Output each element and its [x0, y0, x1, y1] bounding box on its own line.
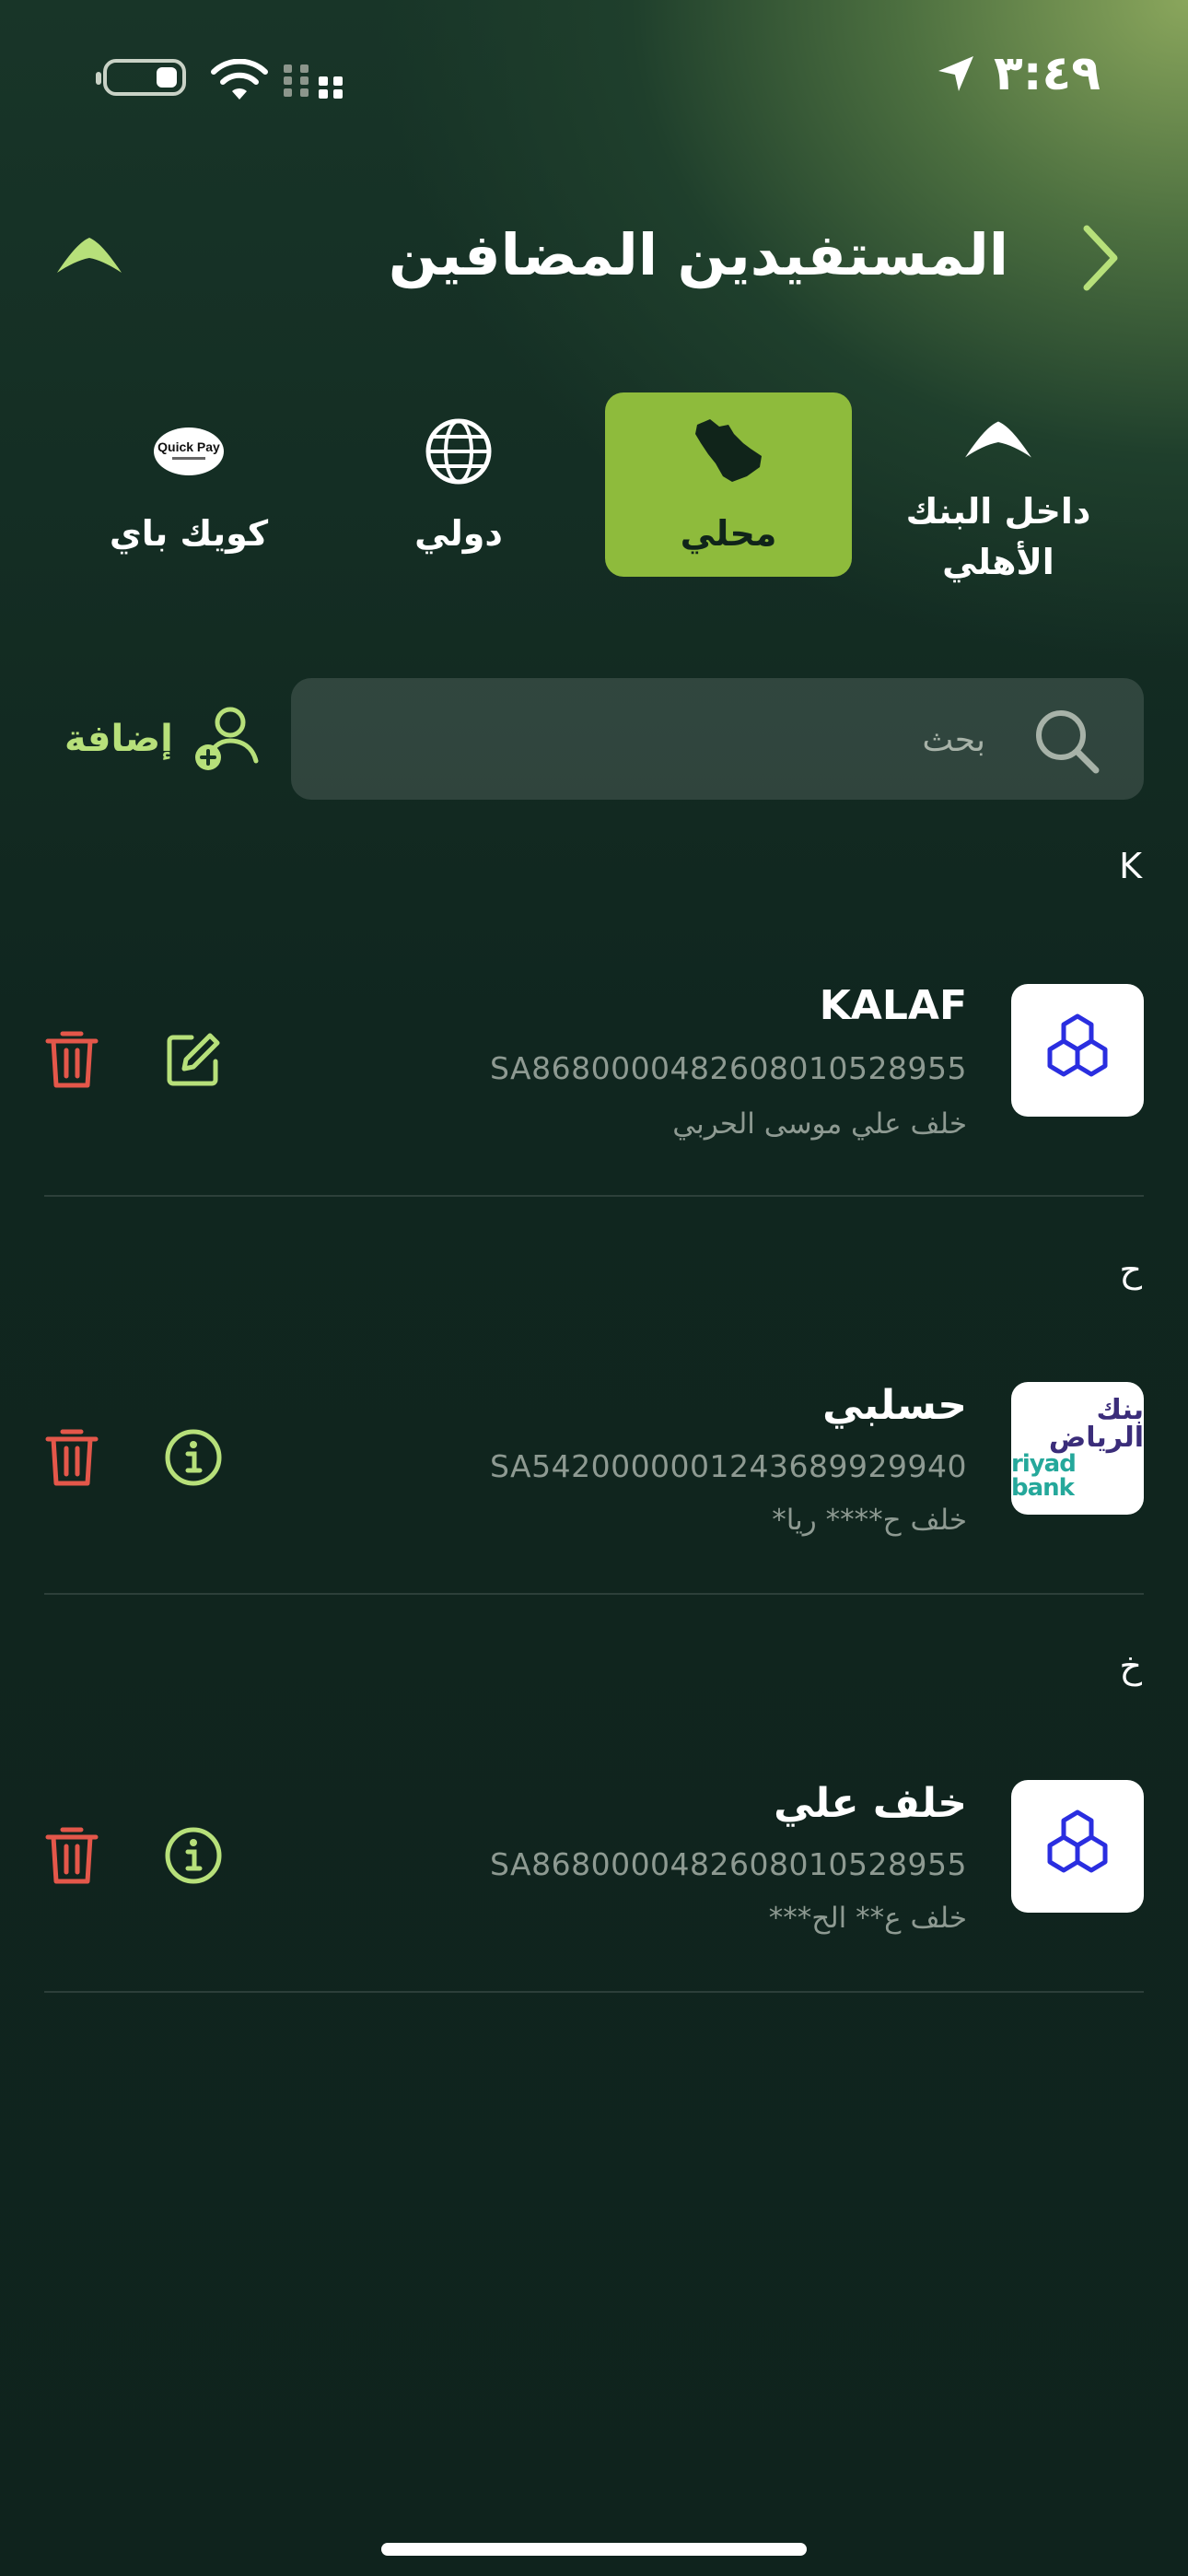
snb-logo-icon — [57, 238, 122, 273]
tab-label: كويك باي — [109, 513, 269, 554]
globe-icon — [425, 418, 492, 485]
bank-logo — [1011, 1780, 1144, 1913]
add-beneficiary-button[interactable]: إضافة — [64, 702, 263, 776]
battery-icon — [96, 59, 186, 96]
search-icon — [1036, 710, 1100, 774]
alrajhi-bank-icon — [1047, 1809, 1108, 1873]
location-arrow-icon — [938, 56, 973, 91]
tab-international[interactable]: دولي — [335, 392, 582, 577]
edit-icon — [167, 1033, 220, 1086]
trash-icon — [45, 1827, 99, 1884]
beneficiary-holder: خلف علي موسى الحربي — [672, 1107, 967, 1141]
trash-icon — [45, 1429, 99, 1486]
tab-quick-pay[interactable]: Quick Pay كويك باي — [65, 392, 312, 577]
delete-button[interactable] — [35, 1023, 109, 1096]
tab-label: داخل البنك الأهلي — [905, 491, 1091, 583]
info-button[interactable] — [157, 1421, 230, 1494]
add-user-icon — [194, 707, 259, 770]
section-letter: K — [1119, 846, 1142, 886]
section-letter: خ — [1119, 1645, 1142, 1686]
add-button-label: إضافة — [64, 718, 173, 760]
home-indicator[interactable] — [381, 2543, 807, 2556]
bank-logo: بنك الرياض riyad bank — [1011, 1382, 1144, 1515]
beneficiary-name: KALAF — [819, 982, 967, 1029]
saudi-map-icon — [695, 419, 762, 482]
cellular-signal-icon — [284, 64, 343, 99]
search-input[interactable] — [431, 704, 987, 776]
tab-local[interactable]: محلي — [605, 392, 852, 577]
row-divider — [44, 1593, 1144, 1595]
delete-button[interactable] — [35, 1421, 109, 1494]
tab-internal-snb[interactable]: داخل البنك الأهلي — [875, 392, 1122, 582]
riyad-bank-logo: بنك الرياض riyad bank — [1011, 1394, 1144, 1502]
beneficiary-holder: خلف ح**** ريا* — [772, 1504, 967, 1537]
quick-pay-icon: Quick Pay — [154, 427, 224, 475]
beneficiary-iban: SA8680000482608010528955 — [489, 1846, 967, 1882]
info-icon — [165, 1827, 222, 1884]
page-title: المستفيدين المضافين — [388, 221, 1008, 288]
tab-label: محلي — [680, 513, 777, 554]
info-icon — [165, 1429, 222, 1486]
status-time: ٣:٤٩ — [993, 46, 1101, 101]
edit-button[interactable] — [157, 1023, 230, 1096]
info-button[interactable] — [157, 1819, 230, 1892]
beneficiary-name: حسلبي — [822, 1382, 967, 1429]
row-divider — [44, 1195, 1144, 1197]
trash-icon — [45, 1031, 99, 1088]
wifi-icon — [211, 59, 268, 100]
delete-button[interactable] — [35, 1819, 109, 1892]
tab-label: دولي — [414, 513, 503, 554]
search-bar — [291, 678, 1144, 800]
section-letter: ح — [1119, 1249, 1142, 1290]
beneficiary-iban: SA8680000482608010528955 — [489, 1050, 967, 1086]
back-chevron-icon[interactable] — [1072, 221, 1127, 295]
svg-text:Quick Pay: Quick Pay — [157, 439, 220, 454]
beneficiary-holder: خلف ع** الح*** — [768, 1902, 967, 1935]
alrajhi-bank-icon — [1047, 1013, 1108, 1077]
beneficiary-name: خلف علي — [774, 1780, 967, 1827]
status-time-group: ٣:٤٩ — [935, 46, 1101, 101]
row-divider — [44, 1991, 1144, 1993]
beneficiary-iban: SA5420000001243689929940 — [489, 1448, 967, 1484]
snb-logo-icon — [965, 421, 1031, 458]
bank-logo — [1011, 984, 1144, 1117]
